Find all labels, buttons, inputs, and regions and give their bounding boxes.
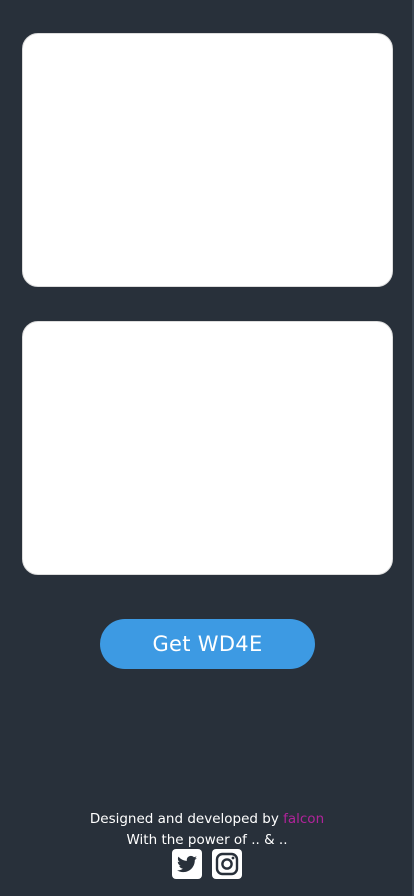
instagram-icon (212, 849, 242, 879)
app-page: { "cards": [ {"id": "card-1"}, {"id": "c… (0, 0, 414, 896)
social-links (172, 849, 242, 879)
footer: Designed and developed by falcon With th… (0, 809, 414, 851)
twitter-icon (172, 849, 202, 879)
get-wd4e-button[interactable]: Get WD4E (100, 619, 315, 669)
twitter-link[interactable] (172, 849, 202, 879)
content-card (22, 321, 393, 575)
content-card (22, 33, 393, 287)
credit-line: Designed and developed by falcon (0, 809, 414, 830)
credit-prefix: Designed and developed by (89, 811, 284, 827)
author-link[interactable]: falcon (283, 811, 324, 827)
power-line: With the power of .. & .. (126, 832, 288, 848)
instagram-link[interactable] (212, 849, 242, 879)
